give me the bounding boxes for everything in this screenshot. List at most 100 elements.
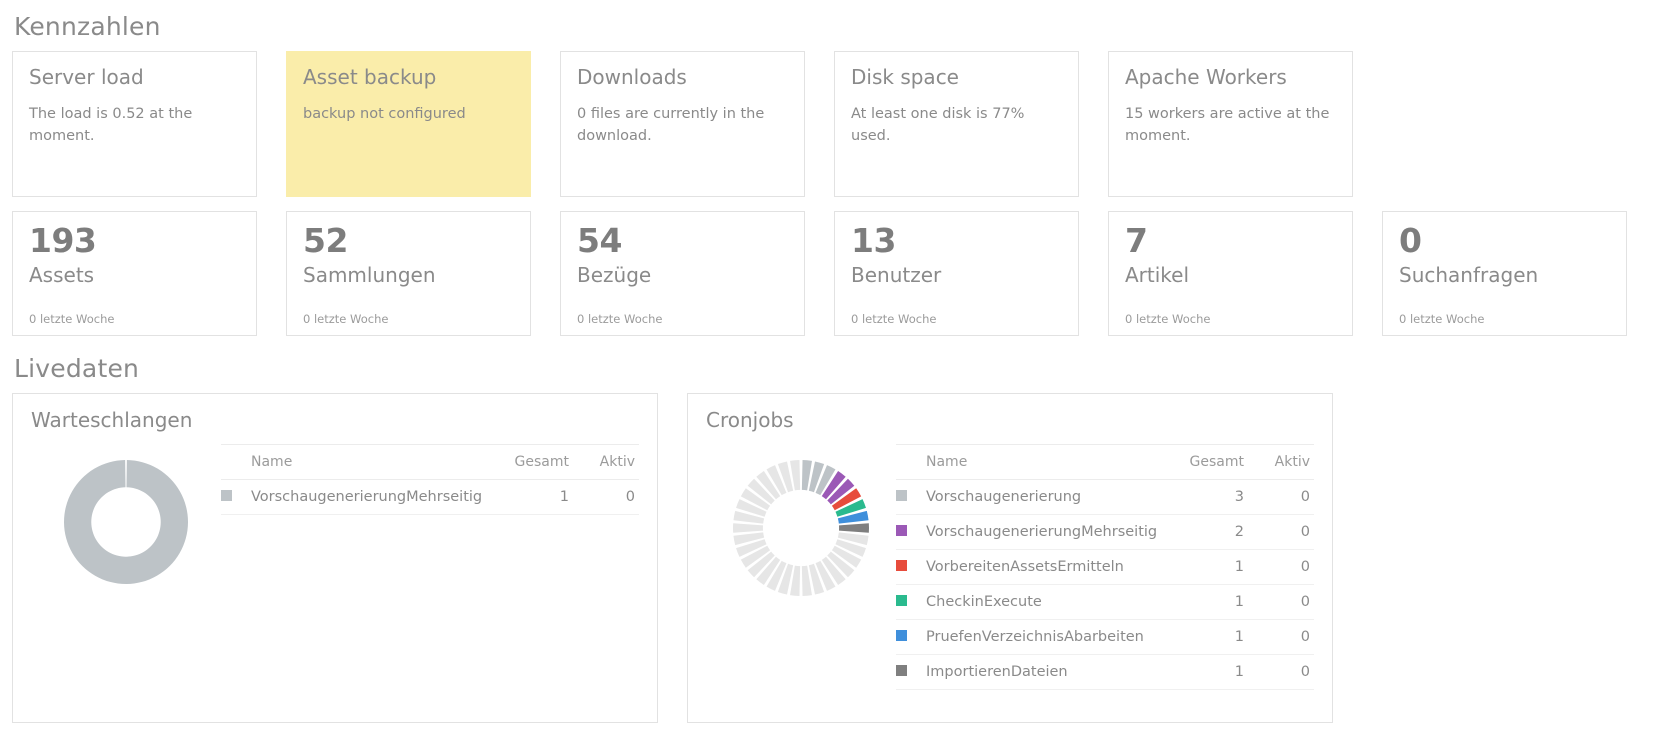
status-card-title: Server load xyxy=(29,65,144,89)
table-row[interactable]: Vorschaugenerierung 3 0 xyxy=(896,479,1314,515)
stat-label: Benutzer xyxy=(851,262,942,287)
row-total: 1 xyxy=(1182,654,1248,690)
queues-col-active: Aktiv xyxy=(573,444,639,480)
stat-label: Assets xyxy=(29,262,95,287)
queues-col-total: Gesamt xyxy=(507,444,573,480)
status-card-description: 15 workers are active at the moment. xyxy=(1125,106,1330,145)
row-total: 1 xyxy=(1182,584,1248,620)
cronjobs-panel: Cronjobs Name Gesamt Aktiv Vorschaugener… xyxy=(687,393,1333,723)
stat-value: 54 xyxy=(577,221,622,260)
status-card-server-load[interactable]: Server load The load is 0.52 at the mome… xyxy=(12,51,257,197)
table-row[interactable]: VorschaugenerierungMehrseitig 1 0 xyxy=(221,479,639,515)
cronjobs-col-total: Gesamt xyxy=(1182,444,1248,480)
stat-card-artikel[interactable]: 7 Artikel 0 letzte Woche xyxy=(1108,211,1353,336)
queues-table: Name Gesamt Aktiv VorschaugenerierungMeh… xyxy=(221,444,639,515)
table-row[interactable]: PruefenVerzeichnisAbarbeiten 1 0 xyxy=(896,619,1314,655)
queues-donut-chart xyxy=(31,440,221,586)
stat-sublabel: 0 letzte Woche xyxy=(29,312,115,326)
row-name: VorschaugenerierungMehrseitig xyxy=(926,514,1182,550)
stat-card-bezuege[interactable]: 54 Bezüge 0 letzte Woche xyxy=(560,211,805,336)
status-card-description: backup not configured xyxy=(303,106,466,122)
row-active: 0 xyxy=(1248,479,1314,515)
cronjobs-donut-chart xyxy=(706,440,896,598)
row-active: 0 xyxy=(1248,514,1314,550)
status-card-description: At least one disk is 77% used. xyxy=(851,106,1025,145)
table-row[interactable]: ImportierenDateien 1 0 xyxy=(896,654,1314,690)
row-color-swatch xyxy=(896,584,926,620)
status-card-downloads[interactable]: Downloads 0 files are currently in the d… xyxy=(560,51,805,197)
status-card-title: Apache Workers xyxy=(1125,65,1287,89)
stat-value: 193 xyxy=(29,221,97,260)
status-card-disk-space[interactable]: Disk space At least one disk is 77% used… xyxy=(834,51,1079,197)
cronjobs-donut-svg xyxy=(733,460,869,596)
stat-sublabel: 0 letzte Woche xyxy=(1399,312,1485,326)
status-card-title: Asset backup xyxy=(303,65,437,89)
live-panels: Warteschlangen Name Gesamt Aktiv Vorscha… xyxy=(12,393,1659,723)
row-total: 2 xyxy=(1182,514,1248,550)
table-header-row: Name Gesamt Aktiv xyxy=(896,444,1314,480)
livedaten-heading: Livedaten xyxy=(14,354,140,383)
queues-panel-title: Warteschlangen xyxy=(31,408,193,432)
table-row[interactable]: CheckinExecute 1 0 xyxy=(896,584,1314,620)
status-card-asset-backup[interactable]: Asset backup backup not configured xyxy=(286,51,531,197)
queues-col-name: Name xyxy=(251,444,507,480)
status-card-description: 0 files are currently in the download. xyxy=(577,106,765,145)
row-active: 0 xyxy=(1248,584,1314,620)
row-active: 0 xyxy=(1248,619,1314,655)
stat-label: Suchanfragen xyxy=(1399,262,1539,287)
queues-panel: Warteschlangen Name Gesamt Aktiv Vorscha… xyxy=(12,393,658,723)
row-active: 0 xyxy=(1248,549,1314,585)
cronjobs-table-body: Vorschaugenerierung 3 0 Vorschaugenerierung… xyxy=(896,479,1314,690)
cronjobs-col-name: Name xyxy=(926,444,1182,480)
row-name: Vorschaugenerierung xyxy=(926,479,1182,515)
queues-table-body: VorschaugenerierungMehrseitig 1 0 xyxy=(221,479,639,515)
table-row[interactable]: VorbereitenAssetsErmitteln 1 0 xyxy=(896,549,1314,585)
stat-card-benutzer[interactable]: 13 Benutzer 0 letzte Woche xyxy=(834,211,1079,336)
stat-card-suchanfragen[interactable]: 0 Suchanfragen 0 letzte Woche xyxy=(1382,211,1627,336)
status-card-row-spacer xyxy=(1382,51,1627,197)
status-card-apache-workers[interactable]: Apache Workers 15 workers are active at … xyxy=(1108,51,1353,197)
row-color-swatch xyxy=(896,619,926,655)
stat-sublabel: 0 letzte Woche xyxy=(577,312,663,326)
row-total: 1 xyxy=(1182,549,1248,585)
row-total: 1 xyxy=(507,479,573,515)
row-name: ImportierenDateien xyxy=(926,654,1182,690)
row-color-swatch xyxy=(896,514,926,550)
stat-value: 52 xyxy=(303,221,348,260)
row-color-swatch xyxy=(896,654,926,690)
row-active: 0 xyxy=(573,479,639,515)
row-total: 3 xyxy=(1182,479,1248,515)
row-total: 1 xyxy=(1182,619,1248,655)
status-card-title: Disk space xyxy=(851,65,959,89)
stat-card-sammlungen[interactable]: 52 Sammlungen 0 letzte Woche xyxy=(286,211,531,336)
kennzahlen-heading: Kennzahlen xyxy=(14,12,161,41)
stat-value: 0 xyxy=(1399,221,1422,260)
row-name: CheckinExecute xyxy=(926,584,1182,620)
row-name: PruefenVerzeichnisAbarbeiten xyxy=(926,619,1182,655)
stat-sublabel: 0 letzte Woche xyxy=(851,312,937,326)
table-header-row: Name Gesamt Aktiv xyxy=(221,444,639,480)
status-card-title: Downloads xyxy=(577,65,687,89)
table-row[interactable]: VorschaugenerierungMehrseitig 2 0 xyxy=(896,514,1314,550)
stat-label: Bezüge xyxy=(577,262,652,287)
stat-sublabel: 0 letzte Woche xyxy=(303,312,389,326)
stat-label: Sammlungen xyxy=(303,262,436,287)
row-color-swatch xyxy=(221,479,251,515)
row-active: 0 xyxy=(1248,654,1314,690)
stat-sublabel: 0 letzte Woche xyxy=(1125,312,1211,326)
stat-card-row: 193 Assets 0 letzte Woche 52 Sammlungen … xyxy=(12,211,1659,336)
queues-col-swatch xyxy=(221,444,251,480)
row-color-swatch xyxy=(896,479,926,515)
cronjobs-panel-title: Cronjobs xyxy=(706,408,794,432)
status-card-description: The load is 0.52 at the moment. xyxy=(29,106,193,145)
cronjobs-col-active: Aktiv xyxy=(1248,444,1314,480)
status-card-row: Server load The load is 0.52 at the mome… xyxy=(12,51,1659,197)
stat-value: 7 xyxy=(1125,221,1148,260)
queues-donut-svg xyxy=(63,460,188,584)
stat-card-assets[interactable]: 193 Assets 0 letzte Woche xyxy=(12,211,257,336)
dashboard-page: Kennzahlen Server load The load is 0.52 … xyxy=(0,0,1671,723)
row-name: VorschaugenerierungMehrseitig xyxy=(251,479,507,515)
stat-label: Artikel xyxy=(1125,262,1190,287)
stat-value: 13 xyxy=(851,221,896,260)
cronjobs-table: Name Gesamt Aktiv Vorschaugenerierung 3 0 V… xyxy=(896,444,1314,690)
